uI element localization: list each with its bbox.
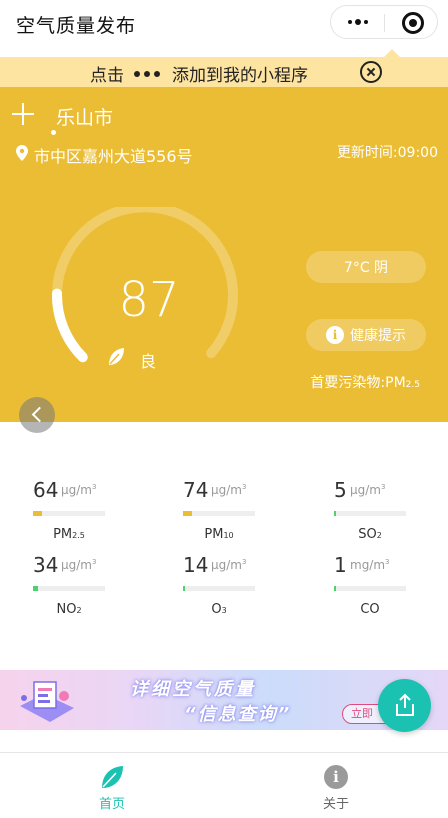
pollutant-card: 5 μg/m3 SO2 [334, 478, 448, 544]
info-icon: i [326, 326, 344, 344]
pollutant-level-fill [33, 586, 39, 591]
pollutant-unit: μg/m3 [211, 558, 247, 572]
pollutant-level-fill [334, 511, 336, 516]
more-dots-icon[interactable] [341, 10, 375, 34]
chevron-left-icon[interactable] [19, 397, 55, 433]
pollutant-card: 14 μg/m3 O3 [183, 553, 303, 619]
pollutant-card: 64 μg/m3 PM2.5 [33, 478, 153, 544]
info-icon: i [324, 765, 348, 789]
pollutant-level-fill [33, 511, 42, 516]
city-name[interactable]: 乐山市 [56, 103, 113, 130]
pollutant-card: 1 mg/m3 CO [334, 553, 448, 619]
weather-badge: 7°C 阴 [306, 251, 426, 283]
pollutant-unit: μg/m3 [350, 483, 386, 497]
pollutant-name: CO [360, 602, 380, 617]
target-circle-icon[interactable] [402, 12, 424, 34]
pollutant-level-fill [183, 511, 192, 516]
tip-prefix: 点击 [90, 66, 124, 86]
pollutant-card: 74 μg/m3 PM10 [183, 478, 303, 544]
pollutant-value: 64 [33, 478, 59, 502]
pollutant-level-bar [33, 511, 105, 516]
health-tip-button[interactable]: i 健康提示 [306, 319, 426, 351]
pollutant-level-bar [334, 586, 406, 591]
tip-suffix: 添加到我的小程序 [172, 66, 308, 86]
location-pin-icon [16, 145, 28, 161]
more-dots-icon [134, 70, 160, 77]
station-address: 市中区嘉州大道556号 [34, 147, 193, 166]
aqi-value: 87 [118, 272, 180, 328]
gauge-fill [51, 288, 88, 363]
navigation-bar: 空气质量发布 [0, 0, 448, 56]
aqi-level: 良 [140, 352, 157, 371]
aqi-header: 乐山市 市中区嘉州大道556号 更新时间:09:00 87 良 7°C 阴 i … [0, 87, 448, 433]
update-time: 更新时间:09:00 [336, 145, 438, 161]
pollutant-level-bar [33, 586, 105, 591]
pollutant-level-bar [183, 586, 255, 591]
pollutant-name: SO2 [358, 527, 382, 542]
pollutant-value: 5 [334, 478, 347, 502]
pollutant-value: 14 [183, 553, 209, 577]
pollutant-unit: μg/m3 [61, 483, 97, 497]
tab-home-label: 首页 [98, 797, 125, 812]
share-button[interactable] [378, 679, 431, 732]
tip-text: 点击 添加到我的小程序 [90, 61, 308, 86]
tab-home[interactable]: 首页 [0, 753, 224, 818]
tab-about[interactable]: i 关于 [224, 753, 448, 818]
pollutant-level-bar [334, 511, 406, 516]
banner-headline: 详细空气质量 [130, 679, 256, 700]
tab-about-label: 关于 [322, 797, 349, 812]
close-circle-icon[interactable] [360, 61, 382, 83]
pollutant-name: O3 [211, 602, 227, 617]
pollutant-unit: μg/m3 [61, 558, 97, 572]
pollutant-value: 1 [334, 553, 347, 577]
plus-icon[interactable] [12, 103, 34, 125]
pollutant-unit: mg/m3 [350, 558, 390, 572]
weather-text: 7°C 阴 [343, 260, 389, 276]
primary-pollutant-subscript: 2.5 [405, 380, 420, 390]
share-icon [396, 693, 414, 716]
page-title: 空气质量发布 [16, 15, 137, 37]
pollutant-name: NO2 [56, 602, 82, 617]
report-illustration-icon [20, 681, 74, 722]
health-tip-label: 健康提示 [350, 328, 406, 344]
pollutant-value: 34 [33, 553, 59, 577]
pollutant-card: 34 μg/m3 NO2 [33, 553, 153, 619]
tip-arrow [384, 49, 400, 57]
menu-capsule [330, 5, 438, 39]
pollutant-name: PM10 [204, 527, 234, 542]
add-tip-banner: 点击 添加到我的小程序 [0, 57, 448, 87]
primary-pollutant: 首要污染物:PM2.5 [310, 372, 420, 392]
pollutant-unit: μg/m3 [211, 483, 247, 497]
pollutant-level-bar [183, 511, 255, 516]
pollutant-name: PM2.5 [53, 527, 85, 542]
leaf-icon [109, 348, 124, 365]
banner-subheadline: “信息查询” [184, 704, 292, 725]
pollutant-level-fill [183, 586, 186, 591]
primary-pollutant-label: 首要污染物:PM [310, 375, 406, 391]
pollutant-level-fill [334, 586, 336, 591]
tab-bar: 首页 i 关于 [0, 752, 448, 818]
page-indicator-dot [51, 130, 56, 135]
leaf-icon [102, 766, 123, 788]
pollutant-value: 74 [183, 478, 209, 502]
capsule-divider [384, 14, 385, 32]
